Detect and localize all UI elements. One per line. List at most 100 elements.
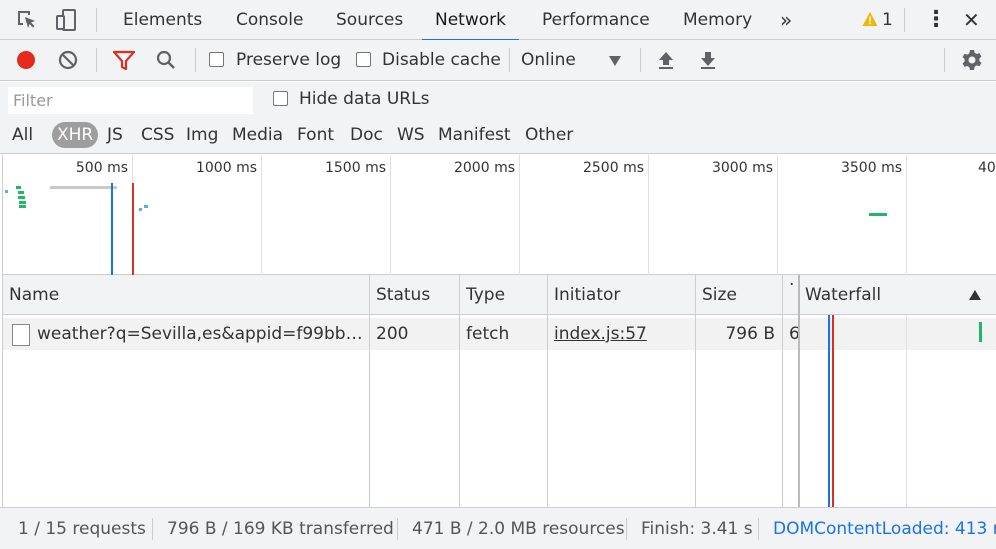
throttling-value: Online [521,50,576,70]
overview-bar [5,190,8,193]
overview-bar [18,191,24,194]
dom-content-loaded-time: DOMContentLoaded: 413 ms [773,519,996,539]
network-status-bar: 1 / 15 requests 796 B / 169 KB transferr… [0,507,996,549]
search-icon[interactable] [155,49,177,71]
type-filter-font[interactable]: Font [297,122,334,148]
throttling-select[interactable]: Online [514,44,632,76]
gear-icon[interactable] [960,48,984,72]
disable-cache-checkbox[interactable] [356,52,371,67]
request-name[interactable]: weather?q=Sevilla,es&appid=f99bbd9… [37,318,365,350]
tab-elements[interactable]: Elements [123,0,202,40]
tab-bar-divider [96,8,97,32]
request-status: 200 [376,324,409,344]
column-header-status[interactable]: Status [376,275,430,315]
request-initiator-link[interactable]: index.js:57 [554,318,647,350]
close-devtools-button[interactable]: ✕ [963,0,980,40]
type-filter-media[interactable]: Media [232,122,283,148]
column-header-time[interactable]: · [789,265,794,305]
overview-bar [139,208,142,211]
waterfall-gridline [906,315,907,507]
load-event-line [132,183,134,275]
filter-input[interactable] [8,87,253,114]
request-type: fetch [466,324,510,344]
device-toolbar-icon[interactable] [55,8,79,32]
tab-bar-divider [904,8,905,32]
dom-content-loaded-line [111,183,113,275]
column-header-waterfall[interactable]: Waterfall [805,275,881,315]
filter-icon[interactable] [112,49,136,71]
column-divider[interactable] [782,275,783,507]
table-row[interactable]: weather?q=Sevilla,es&appid=f99bbd9… 200 … [3,318,996,350]
overview-bar [19,205,26,208]
type-filter-doc[interactable]: Doc [350,122,383,148]
overview-bar [18,196,25,199]
column-divider[interactable] [547,275,548,507]
document-icon [12,324,30,346]
status-divider [152,518,153,540]
export-har-icon[interactable] [697,49,719,71]
type-filter-img[interactable]: Img [186,122,218,148]
requests-count: 1 / 15 requests [18,519,146,539]
column-divider[interactable] [459,275,460,507]
column-header-size[interactable]: Size [702,275,737,315]
column-header-initiator[interactable]: Initiator [554,275,620,315]
type-filter-manifest[interactable]: Manifest [438,122,511,148]
resources-size: 471 B / 2.0 MB resources [412,519,625,539]
network-toolbar: Preserve log Disable cache Online [0,40,996,81]
type-filter-all[interactable]: All [12,122,33,148]
column-divider[interactable] [695,275,696,507]
column-header-type[interactable]: Type [466,275,505,315]
more-tabs-button[interactable]: » [780,0,792,40]
type-filter-xhr[interactable]: XHR [52,122,99,148]
network-overview[interactable]: 500 ms 1000 ms 1500 ms 2000 ms 2500 ms 3… [2,155,996,275]
hide-data-urls-label: Hide data URLs [299,89,430,109]
overview-bar [144,205,148,208]
sort-ascending-icon[interactable] [969,290,981,300]
requests-table: Name Status Type Initiator Size · Waterf… [2,275,996,507]
preserve-log-checkbox[interactable] [209,52,224,67]
tab-sources[interactable]: Sources [336,0,403,40]
waterfall-dcl-line [828,315,830,507]
import-har-icon[interactable] [655,49,677,71]
toolbar-divider [96,48,97,72]
clear-icon[interactable] [57,49,79,71]
chevron-down-icon [609,56,621,66]
toolbar-divider [944,48,945,72]
waterfall-bar[interactable] [979,322,982,342]
status-divider [758,518,759,540]
toolbar-divider [640,48,641,72]
waterfall-load-line [832,315,834,507]
preserve-log-label: Preserve log [236,50,342,70]
tab-console[interactable]: Console [236,0,304,40]
column-header-name[interactable]: Name [9,275,59,315]
waterfall-divider[interactable] [798,275,800,507]
request-size: 796 B [725,324,775,344]
warning-count: 1 [882,10,893,30]
table-header: Name Status Type Initiator Size · Waterf… [3,275,996,315]
tab-memory[interactable]: Memory [683,0,752,40]
type-filter-js[interactable]: JS [107,122,123,148]
overview-bar [19,201,26,204]
finish-time: Finish: 3.41 s [641,519,753,539]
type-filter-other[interactable]: Other [525,122,573,148]
overview-timeline-graph [5,183,887,275]
overview-bar [869,213,887,216]
warning-icon [862,12,878,26]
overview-bar [50,186,117,189]
customize-menu-button[interactable]: ⋮ [925,0,947,40]
toolbar-divider [509,48,510,72]
status-divider [397,518,398,540]
transferred-size: 796 B / 169 KB transferred [167,519,394,539]
tab-performance[interactable]: Performance [542,0,650,40]
record-icon[interactable] [15,49,37,71]
inspect-element-icon[interactable] [15,8,39,32]
toolbar-divider [195,48,196,72]
type-filter-ws[interactable]: WS [397,122,425,148]
type-filter-css[interactable]: CSS [141,122,174,148]
overview-bar [16,186,21,189]
disable-cache-label: Disable cache [382,50,501,70]
tab-network[interactable]: Network [422,0,519,41]
column-divider[interactable] [369,275,370,507]
status-divider [626,518,627,540]
hide-data-urls-checkbox[interactable] [273,91,288,106]
